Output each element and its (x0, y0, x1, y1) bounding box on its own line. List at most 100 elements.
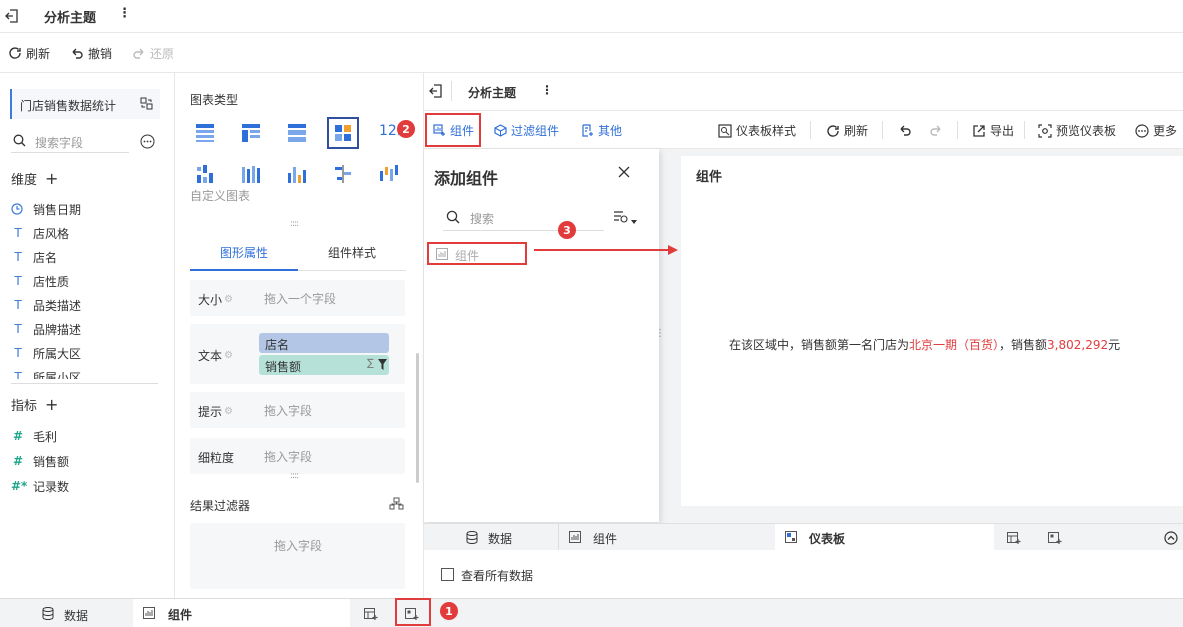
text-type-icon: T (14, 226, 22, 240)
text-card-chart-icon[interactable] (327, 117, 359, 149)
text-type-icon: T (14, 370, 22, 379)
tab-label: 图形属性 (220, 246, 269, 260)
field-item[interactable]: T 所属小区 (11, 368, 81, 379)
exit-icon[interactable] (429, 84, 443, 98)
status-tab-data[interactable]: 数据 (0, 599, 133, 627)
dashboard-style-button[interactable]: 仪表板样式 (718, 122, 796, 139)
range-bar-icon[interactable] (378, 163, 400, 185)
card-unit: 元 (1108, 338, 1121, 352)
refresh-button[interactable]: 刷新 (826, 122, 868, 139)
granularity-drop-zone[interactable]: 细粒度 拖入字段 (190, 438, 405, 474)
table-chart-icon[interactable] (194, 121, 216, 143)
more-options-icon[interactable]: ⋮ (118, 6, 131, 21)
sort-dropdown-icon[interactable] (613, 210, 639, 226)
redo-icon (133, 48, 144, 59)
dashboard-style-label: 仪表板样式 (736, 124, 797, 138)
field-item[interactable]: T 品类描述 (11, 296, 81, 314)
view-all-checkbox[interactable] (441, 568, 454, 581)
card-amount: 3,802,292 (1047, 338, 1109, 352)
detail-table-icon[interactable] (286, 121, 308, 143)
custom-chart-label[interactable]: 自定义图表 (190, 187, 250, 204)
field-search[interactable]: 搜索字段 (11, 131, 129, 153)
field-label: 店风格 (33, 226, 70, 241)
style-icon (718, 123, 732, 138)
result-filter-drop-zone[interactable]: 拖入字段 (190, 523, 405, 589)
hierarchy-icon[interactable] (389, 497, 404, 510)
ws-tab-data[interactable]: 数据 (424, 524, 559, 551)
add-component-tab-icon[interactable] (364, 608, 378, 621)
more-options-icon[interactable]: ⋮ (541, 83, 553, 97)
field-item[interactable]: T 所属大区 (11, 344, 81, 362)
add-dashboard-tab-icon[interactable] (1048, 532, 1062, 545)
undo-icon[interactable] (898, 123, 912, 137)
field-chip-sales[interactable]: 销售额 ∑ (259, 355, 389, 375)
measure-title: 指标 (11, 399, 38, 414)
field-item[interactable]: T 店名 (11, 248, 57, 266)
field-item[interactable]: # 销售额 (11, 452, 69, 470)
card-store: 北京一期（百货） (909, 338, 1000, 352)
grouped-table-icon[interactable] (240, 121, 262, 143)
search-icon (446, 210, 460, 224)
field-label: 所属大区 (33, 346, 82, 361)
other-label: 其他 (598, 124, 623, 138)
field-label: 品牌描述 (33, 322, 82, 337)
search-input[interactable]: 搜索字段 (35, 134, 83, 151)
add-dimension-icon[interactable]: + (45, 169, 58, 188)
search-icon (13, 134, 26, 147)
dimension-title: 维度 (11, 173, 38, 188)
add-measure-icon[interactable]: + (45, 395, 58, 414)
filter-component-button[interactable]: 过滤组件 (494, 122, 559, 139)
field-item[interactable]: T 店性质 (11, 272, 69, 290)
divider (451, 81, 452, 101)
drag-handle-icon[interactable]: :::: (290, 219, 299, 229)
preview-icon (1038, 123, 1052, 138)
more-button[interactable]: 更多 (1135, 122, 1177, 139)
search-input[interactable]: 搜索 (470, 210, 494, 227)
status-tab-component[interactable]: 组件 (133, 599, 350, 627)
more-circle-icon[interactable] (140, 134, 155, 149)
number-type-icon: # (12, 454, 24, 468)
filter-icon[interactable] (378, 359, 387, 370)
grouped-bar-icon[interactable] (194, 163, 216, 185)
stacked-bar-icon[interactable] (240, 163, 262, 185)
sum-icon[interactable]: ∑ (367, 358, 374, 369)
redo-icon[interactable] (929, 123, 943, 137)
switch-dataset-icon[interactable] (140, 97, 153, 110)
dataset-selector[interactable]: 门店销售数据统计 (10, 89, 160, 119)
field-chip-store[interactable]: 店名 (259, 333, 389, 353)
drag-handle-icon[interactable]: :::: (290, 471, 299, 481)
ws-tab-component[interactable]: 组件 (558, 524, 775, 551)
field-item[interactable]: 销售日期 (11, 200, 81, 218)
field-item[interactable]: T 店风格 (11, 224, 69, 242)
tab-graphic-attributes[interactable]: 图形属性 (190, 233, 298, 271)
component-card[interactable]: 组件 在该区域中，销售额第一名门店为北京一期（百货），销售额3,802,292元 (681, 156, 1183, 506)
refresh-button[interactable]: 刷新 (8, 43, 50, 63)
column-chart-icon[interactable] (286, 163, 308, 185)
field-label: 销售额 (33, 454, 70, 469)
dashboard-title-bar: 分析主题 ⋮ (424, 73, 1183, 111)
text-type-icon: T (14, 346, 22, 360)
divider (11, 383, 158, 384)
component-search[interactable]: 搜索 (443, 207, 604, 231)
field-item[interactable]: # 毛利 (11, 427, 57, 445)
exit-icon[interactable] (4, 8, 20, 24)
field-item[interactable]: #* 记录数 (11, 477, 69, 495)
ws-tab-dashboard[interactable]: 仪表板 (775, 524, 994, 551)
collapse-up-icon[interactable] (1164, 531, 1178, 545)
undo-button[interactable]: 撤销 (70, 43, 112, 63)
close-icon[interactable] (618, 166, 630, 178)
horizontal-bar-icon[interactable] (332, 163, 354, 185)
text-drop-zone[interactable]: 文本 ⚙ 店名 销售额 ∑ (190, 324, 405, 384)
redo-button[interactable]: 还原 (132, 43, 174, 63)
size-drop-zone[interactable]: 大小 ⚙ 拖入一个字段 (190, 280, 405, 316)
divider (810, 121, 811, 139)
export-button[interactable]: 导出 (972, 122, 1014, 139)
scrollbar[interactable] (416, 353, 419, 483)
dashboard-title: 分析主题 (468, 86, 517, 100)
preview-dashboard-button[interactable]: 预览仪表板 (1038, 122, 1116, 139)
field-item[interactable]: T 品牌描述 (11, 320, 81, 338)
tab-component-style[interactable]: 组件样式 (298, 233, 406, 271)
other-button[interactable]: 其他 (581, 122, 622, 139)
add-component-tab-icon[interactable] (1007, 532, 1021, 545)
hint-drop-zone[interactable]: 提示 ⚙ 拖入字段 (190, 392, 405, 428)
